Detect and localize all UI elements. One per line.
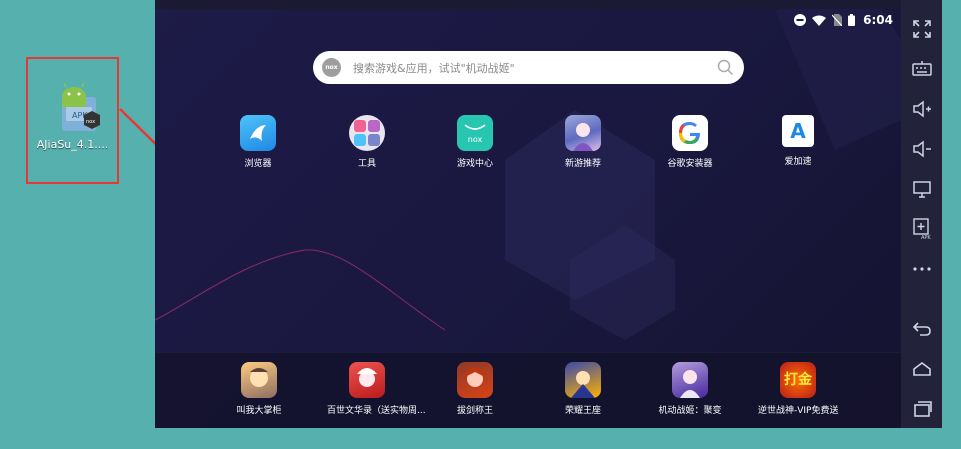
app-aijiasu[interactable]: A 爱加速 [758, 115, 838, 167]
app-label: 浏览器 [244, 159, 272, 169]
app-label: 拔剑称王 [456, 406, 493, 416]
volume-up-icon[interactable] [910, 97, 934, 121]
dnd-icon [794, 14, 807, 26]
dock-app-1[interactable]: 叫我大掌柜 [219, 362, 299, 416]
more-icon[interactable] [910, 257, 934, 281]
nox-logo-icon: nox [322, 58, 341, 77]
app-label: 逆世战神-VIP免费送 [758, 406, 839, 416]
app-browser[interactable]: 浏览器 [218, 115, 298, 169]
game-icon: 打金 [780, 362, 816, 398]
screen-icon[interactable] [910, 177, 934, 201]
home-icon[interactable] [910, 357, 934, 381]
search-icon[interactable] [717, 59, 734, 76]
clock: 6:04 [863, 13, 893, 27]
svg-text:APK: APK [921, 235, 931, 240]
search-placeholder: 搜索游戏&应用，试试"机动战姬" [353, 62, 515, 75]
aijiasu-icon: A [782, 115, 814, 147]
battery-icon [848, 14, 856, 26]
svg-text:nox: nox [86, 119, 95, 125]
app-google-installer[interactable]: 谷歌安装器 [650, 115, 730, 169]
dock-app-5[interactable]: 机动战姬：聚变 [650, 362, 730, 416]
emulator-window: 6:04 nox 搜索游戏&应用，试试"机动战姬" 浏览器 工具 nox 游戏中… [155, 0, 942, 428]
keyboard-icon[interactable] [910, 57, 934, 81]
app-label: 荣耀王座 [564, 406, 601, 416]
search-bar[interactable]: nox 搜索游戏&应用，试试"机动战姬" [313, 51, 744, 84]
game-icon [672, 362, 708, 398]
emulator-toolbar: APK [901, 0, 942, 428]
game-icon [241, 362, 277, 398]
android-apk-icon: APK nox [56, 82, 102, 133]
app-label: 百世文华录（送实物周... [327, 406, 426, 416]
app-new-games[interactable]: 新游推荐 [543, 115, 623, 169]
google-installer-icon [672, 115, 708, 151]
app-label: 叫我大掌柜 [236, 406, 282, 416]
status-bar: 6:04 [794, 10, 893, 30]
game-icon [565, 362, 601, 398]
no-sim-icon [832, 14, 843, 26]
game-icon [349, 362, 385, 398]
game-center-icon: nox [457, 115, 493, 151]
new-games-icon [565, 115, 601, 151]
app-tools[interactable]: 工具 [327, 115, 407, 169]
fullscreen-icon[interactable] [910, 17, 934, 41]
app-game-center[interactable]: nox 游戏中心 [435, 115, 515, 169]
game-icon [457, 362, 493, 398]
file-name-label: AJiaSu_4.1.... [36, 138, 109, 151]
dock-app-6[interactable]: 打金 逆世战神-VIP免费送 [758, 362, 839, 416]
tools-folder-icon [349, 115, 385, 151]
app-label: 工具 [357, 159, 376, 169]
back-icon[interactable] [910, 317, 934, 341]
dock-app-2[interactable]: 百世文华录（送实物周... [327, 362, 426, 416]
apk-install-icon[interactable]: APK [910, 217, 934, 241]
app-label: 游戏中心 [456, 159, 493, 169]
app-label: 机动战姬：聚变 [658, 406, 722, 416]
recents-icon[interactable] [910, 397, 934, 421]
dock-app-4[interactable]: 荣耀王座 [543, 362, 623, 416]
android-home-screen: 6:04 nox 搜索游戏&应用，试试"机动战姬" 浏览器 工具 nox 游戏中… [155, 0, 901, 428]
browser-icon [240, 115, 276, 151]
dock-app-3[interactable]: 拔剑称王 [435, 362, 515, 416]
app-label: 谷歌安装器 [667, 159, 713, 169]
volume-down-icon[interactable] [910, 137, 934, 161]
app-label: 新游推荐 [564, 159, 601, 169]
wifi-icon [812, 15, 827, 26]
apk-file-highlight[interactable]: APK nox AJiaSu_4.1.... [26, 57, 119, 184]
app-dock: 叫我大掌柜 百世文华录（送实物周... 拔剑称王 荣耀王座 机动战姬：聚变 打金… [155, 352, 901, 428]
app-label: 爱加速 [784, 157, 812, 167]
